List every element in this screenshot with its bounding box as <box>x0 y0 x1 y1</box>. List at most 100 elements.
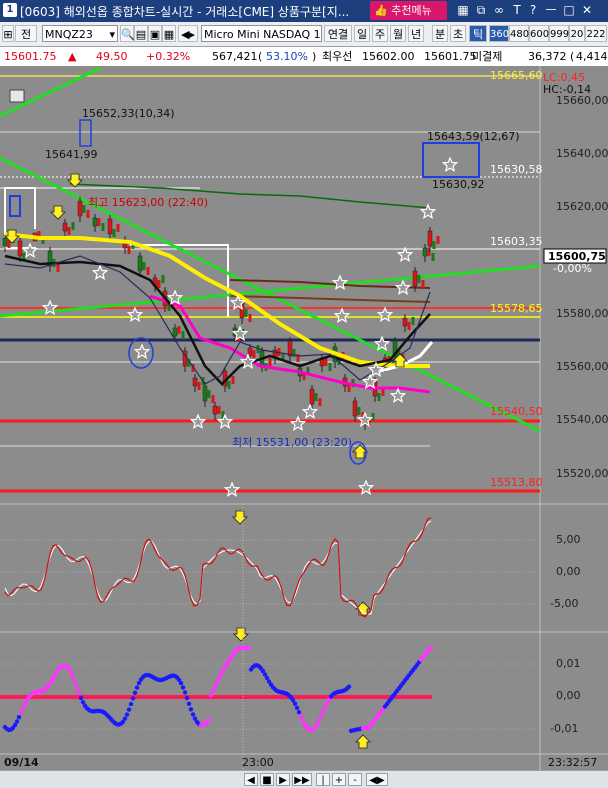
minimize-icon[interactable]: ㅡ <box>544 3 558 17</box>
interval-222[interactable]: 222 <box>585 25 607 42</box>
grid-icon[interactable]: ▦ <box>456 3 470 17</box>
calc-icon[interactable]: ▦ <box>162 25 176 42</box>
candle-body <box>377 393 381 401</box>
fast-forward-button[interactable]: ▶▶ <box>292 773 312 786</box>
ma-black <box>4 254 431 386</box>
annotation-4: 15630,92 <box>432 178 485 191</box>
divider-button[interactable]: | <box>316 773 330 786</box>
zoom-out-button[interactable]: - <box>348 773 362 786</box>
star-marker <box>223 481 241 497</box>
search-icon[interactable]: 🔍 <box>120 25 135 42</box>
scroll-right-button[interactable]: ▶ <box>276 773 290 786</box>
period-year[interactable]: 년 <box>408 25 424 42</box>
chevron-down-icon: ▾ <box>109 28 115 41</box>
oscillator2-dot <box>68 670 74 676</box>
candle-body <box>101 223 105 231</box>
oscillator2-dot <box>134 685 140 690</box>
candle-body <box>17 240 23 257</box>
paren-close: ) <box>312 50 317 63</box>
period-minute[interactable]: 분 <box>432 25 448 42</box>
maximize-icon[interactable]: □ <box>562 3 576 17</box>
arrow-down-icon <box>50 205 66 220</box>
oscillator2-dot <box>428 645 434 651</box>
oscillator2-dot <box>128 701 134 707</box>
candle-body <box>97 218 101 226</box>
candle-body <box>112 229 116 237</box>
oscillator2-dot <box>70 675 76 680</box>
level-label-3: 15603,35 <box>490 235 543 248</box>
tool-icon[interactable]: ⊞ <box>2 25 14 42</box>
candle-body <box>67 227 71 235</box>
candlestick-series <box>2 197 440 430</box>
oscillator2-dot <box>292 701 298 706</box>
interval-360[interactable]: 360 <box>489 25 509 42</box>
link-icon[interactable]: ∞ <box>492 3 506 17</box>
period-month[interactable]: 월 <box>390 25 406 42</box>
recommend-menu-button[interactable]: 👍 추천메뉴 <box>370 1 447 20</box>
oscillator2-dot <box>180 685 186 690</box>
quote-bar: 15601.75 ▲ 49.50 +0.32% 567,421 ( 53.10%… <box>0 47 608 67</box>
prev-button[interactable]: 전 <box>15 25 37 42</box>
star-marker <box>126 306 144 322</box>
symbol-select[interactable]: MNQZ23 ▾ <box>42 25 118 42</box>
level-label-1: 15665,60 <box>490 69 543 82</box>
oscillator2-dot <box>316 718 322 723</box>
arrow-up-icon <box>355 734 371 749</box>
period-second[interactable]: 초 <box>450 25 466 42</box>
menu-icon[interactable]: ▤ <box>134 25 148 42</box>
paren-open: ( <box>258 50 263 63</box>
close-icon[interactable]: ✕ <box>580 3 594 17</box>
oscillator2-dot <box>74 685 80 690</box>
oscillator2-dot <box>130 696 136 701</box>
best-ask: 15601.75 <box>424 50 477 63</box>
osc1-tick-3: -5,00 <box>550 597 579 610</box>
osc2-tick-1: 0,01 <box>556 657 581 670</box>
link-button[interactable]: 연결 <box>324 25 352 42</box>
level-label-2: 15630,58 <box>490 163 543 176</box>
pin-icon[interactable]: ? <box>526 3 540 17</box>
price-tick-6: 15560,00 <box>556 360 608 373</box>
lock-icon[interactable]: ▣ <box>148 25 162 42</box>
candle-body <box>432 241 436 249</box>
candle-body <box>431 253 435 261</box>
chart-area[interactable]: LC:0,45 HC:-0,14 15660,00 15640,00 15620… <box>0 66 608 770</box>
time-label-2300: 23:00 <box>242 756 274 769</box>
candle-body <box>71 222 75 230</box>
chart-grid-icon[interactable] <box>9 89 25 103</box>
level-label-4: 15578,65 <box>490 302 543 315</box>
copy-icon[interactable]: ⧉ <box>474 3 488 17</box>
interval-480[interactable]: 480 <box>509 25 529 42</box>
period-day[interactable]: 일 <box>354 25 370 42</box>
candle-body <box>177 326 181 334</box>
osc1-tick-1: 5,00 <box>556 533 581 546</box>
oscillator2-dot <box>182 690 188 695</box>
oscillator2-dot <box>122 716 128 721</box>
oscillator2-dot <box>218 672 224 677</box>
symbol-value: MNQZ23 <box>45 28 93 41</box>
star-marker <box>133 343 151 359</box>
oscillator2-dot <box>298 714 304 719</box>
interval-600[interactable]: 600 <box>529 25 549 42</box>
zoom-in-button[interactable]: + <box>332 773 346 786</box>
interval-20[interactable]: 20 <box>569 25 585 42</box>
price-tick-8: 15520,00 <box>556 467 608 480</box>
annotation-3: 15643,59(12,67) <box>427 130 520 143</box>
window-index-badge: 1 <box>3 3 17 17</box>
candle-body <box>92 217 98 227</box>
candle-body <box>324 358 328 366</box>
period-tick[interactable]: 틱 <box>469 25 487 42</box>
range-button[interactable]: ◀▶ <box>366 773 388 786</box>
candle-body <box>314 393 318 401</box>
star-marker <box>189 413 207 429</box>
oscillator2-dot <box>314 722 320 727</box>
stop-button[interactable]: ■ <box>260 773 274 786</box>
candle-body <box>197 382 201 390</box>
oscillator2-dot <box>132 690 138 695</box>
oscillator2-dot <box>178 680 184 686</box>
scroll-left-button[interactable]: ◀ <box>244 773 258 786</box>
volume-icon[interactable]: ◀▸ <box>178 25 198 42</box>
period-week[interactable]: 주 <box>372 25 388 42</box>
interval-999[interactable]: 999 <box>549 25 569 42</box>
help-icon[interactable]: T <box>510 3 524 17</box>
oscillator2-dot <box>16 715 22 720</box>
